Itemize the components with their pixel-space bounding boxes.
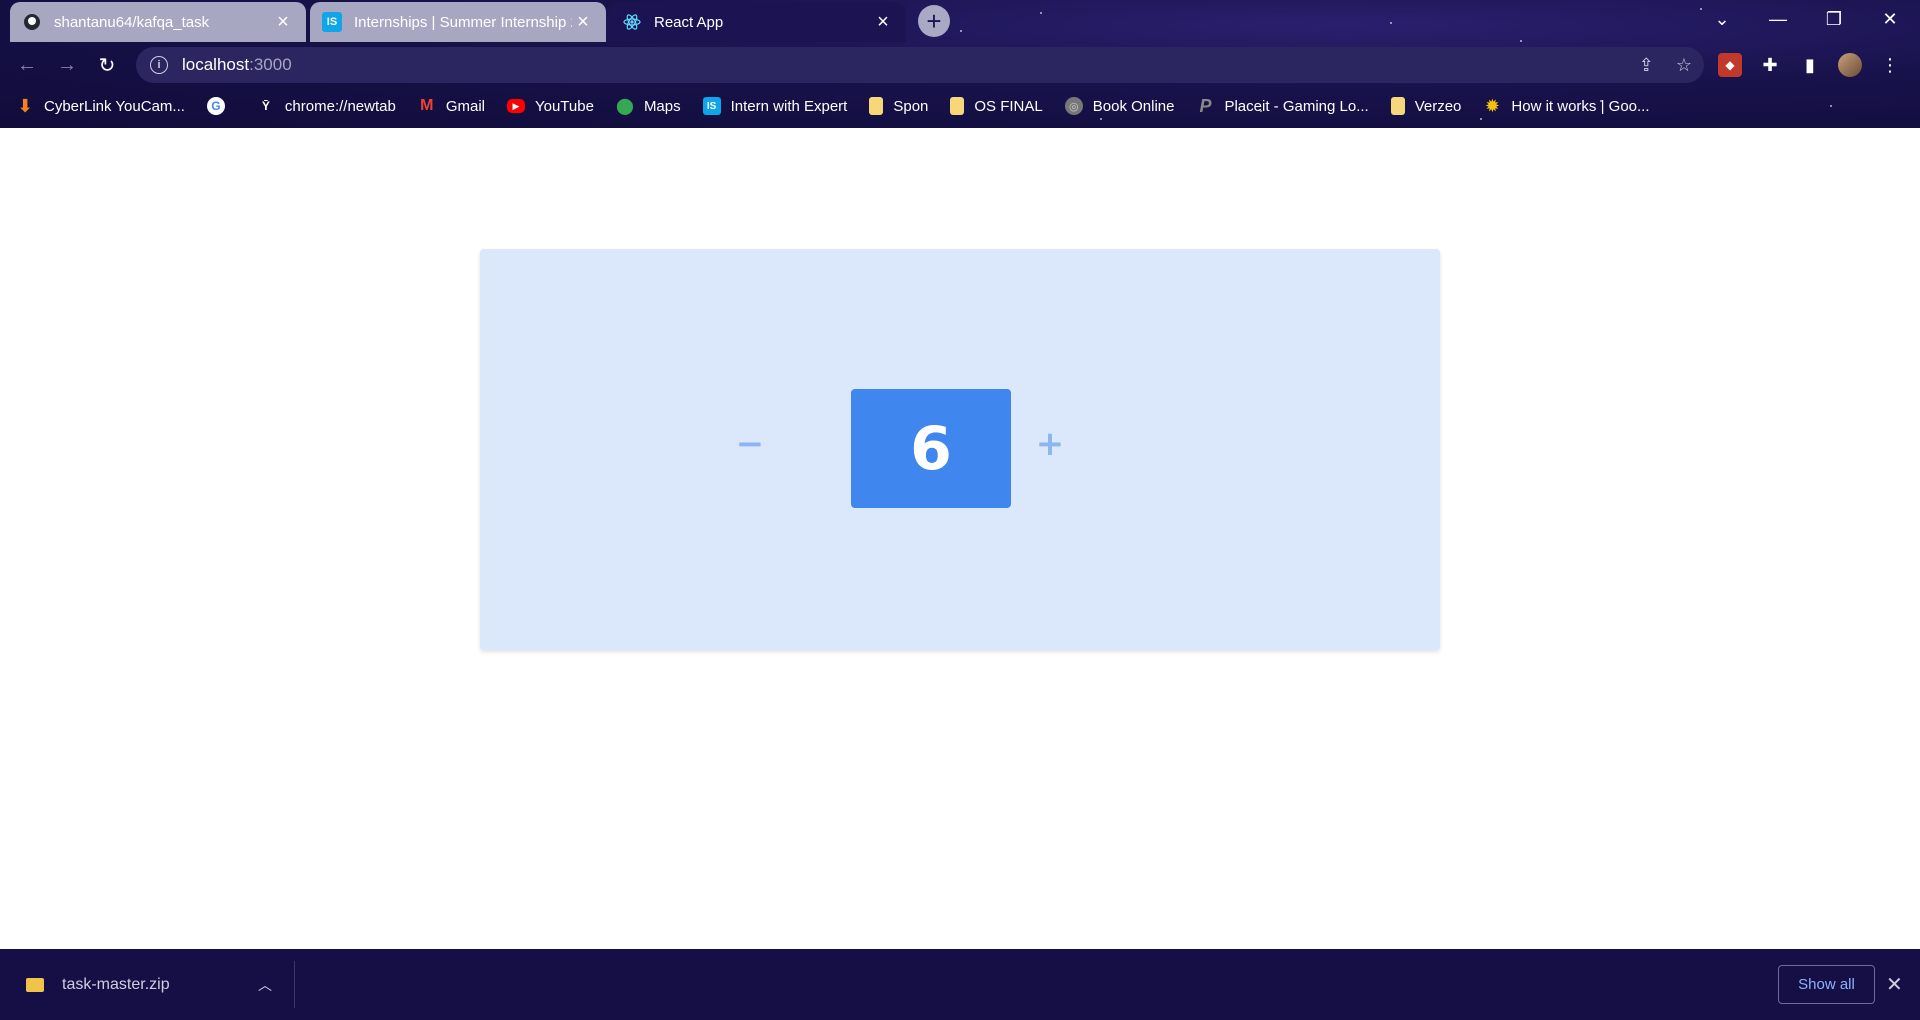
folder-icon <box>869 97 884 115</box>
tab-search-chevron-icon[interactable]: ⌄ <box>1694 0 1750 38</box>
bookmark-label: Gmail <box>445 97 485 115</box>
bookmark-spon[interactable]: Spon <box>869 97 928 115</box>
chevron-up-icon[interactable]: ︿ <box>258 949 272 1020</box>
bookmark-book-online[interactable]: ◎ Book Online <box>1064 97 1175 115</box>
bookmark-maps[interactable]: ⬤ Maps <box>615 97 681 116</box>
tab-github[interactable]: shantanu64/kafqa_task × <box>10 2 306 42</box>
folder-icon <box>950 97 965 115</box>
bookmark-intern-with-expert[interactable]: IS Intern with Expert <box>702 97 848 115</box>
internshala-icon: IS <box>702 97 721 115</box>
show-all-button[interactable]: Show all <box>1778 965 1875 1004</box>
minimize-icon[interactable]: — <box>1750 0 1806 38</box>
reload-icon[interactable]: ↻ <box>92 50 122 80</box>
bookmark-label: chrome://newtab <box>284 97 396 115</box>
avatar[interactable] <box>1838 53 1862 77</box>
bookmark-gmail[interactable]: M Gmail <box>418 97 485 115</box>
counter-card: − 6 + <box>480 249 1440 650</box>
new-tab-button[interactable]: + <box>918 5 950 37</box>
bookmark-newtab[interactable]: Ȳ chrome://newtab <box>257 97 396 115</box>
bookmark-verzeo[interactable]: Verzeo <box>1390 97 1462 115</box>
maps-icon: ⬤ <box>615 98 634 115</box>
youtube-icon: ▶ <box>506 99 525 113</box>
folder-icon <box>1390 97 1405 115</box>
bookmark-label: Intern with Expert <box>730 97 848 115</box>
bookmark-cyberlink[interactable]: ⬇ CyberLink YouCam... <box>16 95 185 116</box>
tab-title: shantanu64/kafqa_task <box>54 13 210 31</box>
divider <box>294 961 295 1008</box>
bookmark-label: How it works | Goo... <box>1511 97 1650 115</box>
page-content: − 6 + <box>0 128 1920 949</box>
tab-internships[interactable]: IS Internships | Summer Internship 2 × <box>310 2 606 42</box>
sun-icon: ✹ <box>1484 95 1500 116</box>
bookmark-label: OS FINAL <box>974 97 1043 115</box>
tab-title: Internships | Summer Internship 2 <box>354 13 572 31</box>
extension-app-icon[interactable]: ◆ <box>1718 53 1742 77</box>
forward-icon[interactable]: → <box>52 50 82 80</box>
toolbar: ← → ↻ i localhost:3000 ⇪ ☆ <box>0 44 1920 86</box>
bookmark-os-final[interactable]: OS FINAL <box>950 97 1043 115</box>
close-icon[interactable]: × <box>572 11 594 33</box>
tab-title: React App <box>654 13 724 31</box>
download-item[interactable]: task-master.zip <box>26 949 170 1020</box>
bookmark-label: Maps <box>643 97 681 115</box>
tab-strip: shantanu64/kafqa_task × IS Internships |… <box>0 0 1920 42</box>
cyberlink-icon: ⬇ <box>17 95 33 116</box>
bookmark-placeit[interactable]: P Placeit - Gaming Lo... <box>1196 95 1369 116</box>
restore-icon[interactable]: ❐ <box>1806 0 1862 38</box>
address-port: :3000 <box>249 55 292 74</box>
close-icon[interactable]: × <box>872 11 894 33</box>
placeit-icon: P <box>1199 95 1212 116</box>
info-icon[interactable]: i <box>150 56 168 74</box>
window-controls: ⌄ — ❐ ✕ <box>1694 0 1918 38</box>
download-filename: task-master.zip <box>62 975 170 993</box>
bookmark-label: Book Online <box>1092 97 1175 115</box>
extension-toolbar: ◆ ✚ ▮ ⋮ <box>1718 44 1902 86</box>
bookmark-how-it-works[interactable]: ✹ How it works | Goo... <box>1483 95 1650 116</box>
internshala-icon: IS <box>322 12 342 32</box>
bookmark-label: Verzeo <box>1414 97 1462 115</box>
react-icon <box>622 12 642 32</box>
increment-button[interactable]: + <box>1025 419 1075 469</box>
zip-file-icon <box>26 977 44 992</box>
counter-value: 6 <box>851 389 1011 508</box>
bookmark-label: CyberLink YouCam... <box>44 97 185 115</box>
close-download-bar-icon[interactable]: ✕ <box>1886 949 1903 1020</box>
menu-icon[interactable]: ⋮ <box>1878 53 1902 77</box>
close-window-icon[interactable]: ✕ <box>1862 0 1918 38</box>
address-bar[interactable]: i localhost:3000 ⇪ ☆ <box>136 47 1704 83</box>
bookmark-label: Placeit - Gaming Lo... <box>1224 97 1369 115</box>
bookmark-label: YouTube <box>534 97 594 115</box>
google-icon: G <box>206 97 225 115</box>
github-icon <box>22 12 42 32</box>
bookmark-youtube[interactable]: ▶ YouTube <box>506 97 594 115</box>
bookmark-google[interactable]: G <box>206 97 235 115</box>
side-panel-icon[interactable]: ▮ <box>1798 53 1822 77</box>
tab-react-app[interactable]: React App × <box>610 2 906 42</box>
back-icon[interactable]: ← <box>12 50 42 80</box>
gmail-icon: M <box>420 97 434 114</box>
close-icon[interactable]: × <box>272 11 294 33</box>
browser-chrome: shantanu64/kafqa_task × IS Internships |… <box>0 0 1920 128</box>
bookmark-label: Spon <box>893 97 929 115</box>
address-host: localhost <box>182 55 250 74</box>
newtab-icon: Ȳ <box>261 99 270 113</box>
bookmark-star-icon[interactable]: ☆ <box>1676 55 1692 76</box>
bookmarks-bar: ⬇ CyberLink YouCam... G Ȳ chrome://newta… <box>0 92 1920 120</box>
download-bar: task-master.zip ︿ Show all ✕ <box>0 949 1920 1020</box>
globe-icon: ◎ <box>1064 97 1083 115</box>
decrement-button[interactable]: − <box>725 419 775 469</box>
share-icon[interactable]: ⇪ <box>1639 55 1654 76</box>
extensions-puzzle-icon[interactable]: ✚ <box>1758 53 1782 77</box>
